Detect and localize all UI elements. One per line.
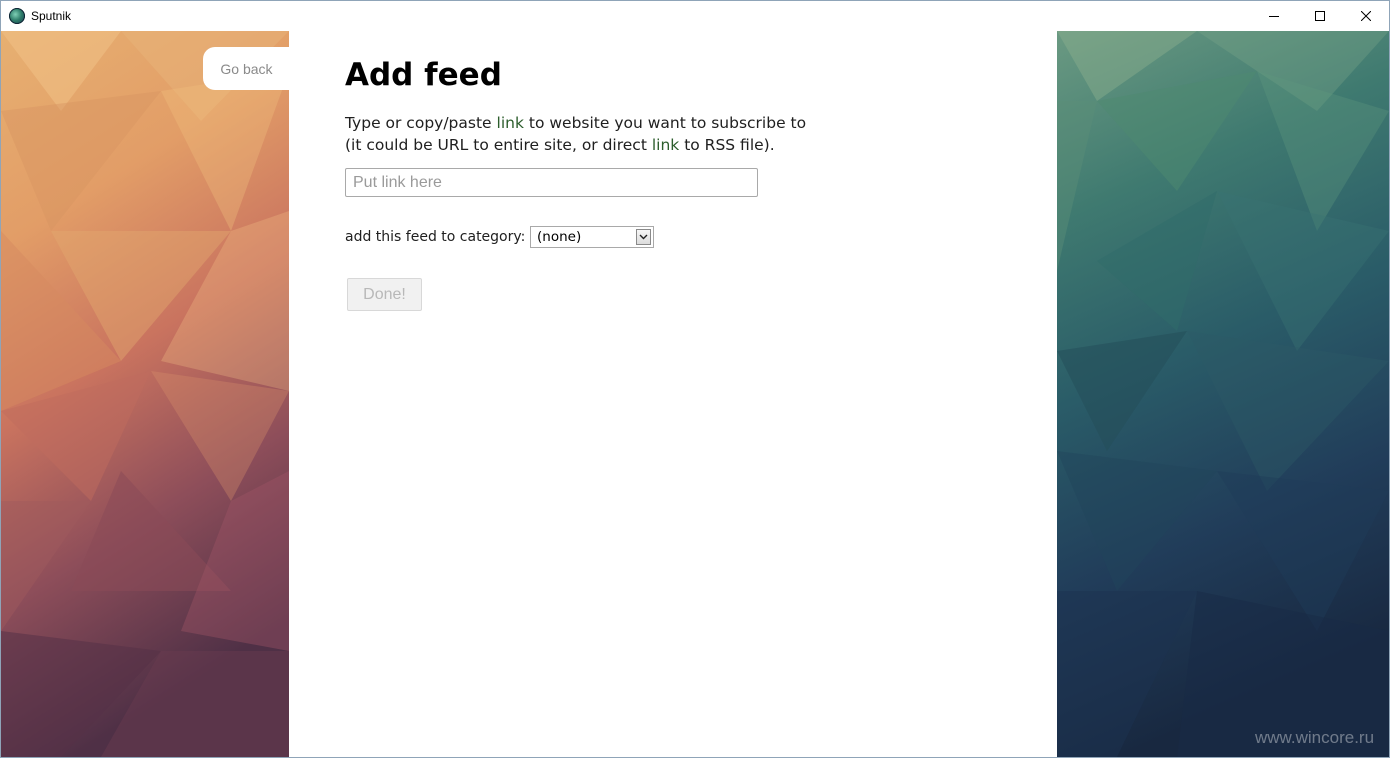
instructions-text-part: (it could be URL to entire site, or dire… — [345, 136, 652, 154]
minimize-button[interactable] — [1251, 1, 1297, 31]
window-title: Sputnik — [31, 9, 72, 23]
instructions-link-word: link — [651, 136, 680, 154]
done-button[interactable]: Done! — [347, 278, 422, 311]
sputnik-globe-icon — [9, 8, 25, 24]
title-bar: Sputnik — [1, 1, 1389, 31]
feed-link-input[interactable] — [345, 168, 758, 197]
right-polygon-background — [1057, 31, 1389, 757]
close-button[interactable] — [1343, 1, 1389, 31]
maximize-icon — [1315, 11, 1325, 21]
app-window: Sputnik Go back Add feed Type or copy/pa… — [0, 0, 1390, 758]
instructions-line-2: (it could be URL to entire site, or dire… — [345, 134, 806, 156]
go-back-button[interactable]: Go back — [203, 47, 290, 90]
watermark-text: www.wincore.ru — [1255, 728, 1375, 747]
instructions-text: Type or copy/paste link to website you w… — [345, 112, 806, 156]
left-polygon-background — [1, 31, 289, 757]
instructions-line-1: Type or copy/paste link to website you w… — [345, 112, 806, 134]
minimize-icon — [1269, 16, 1279, 17]
category-select[interactable]: (none) — [530, 226, 654, 248]
instructions-text-part: to RSS file). — [679, 136, 775, 154]
maximize-button[interactable] — [1297, 1, 1343, 31]
left-decorative-panel — [1, 31, 289, 757]
category-selected-value: (none) — [537, 229, 582, 245]
right-decorative-panel — [1057, 31, 1389, 757]
instructions-text-part: to website you want to subscribe to — [523, 114, 807, 132]
instructions-link-word: link — [496, 114, 524, 132]
close-icon — [1361, 11, 1371, 21]
page-title: Add feed — [345, 57, 502, 93]
category-label: add this feed to category: — [345, 229, 526, 245]
chevron-down-icon[interactable] — [636, 229, 651, 245]
instructions-text-part: Type or copy/paste — [345, 114, 497, 132]
